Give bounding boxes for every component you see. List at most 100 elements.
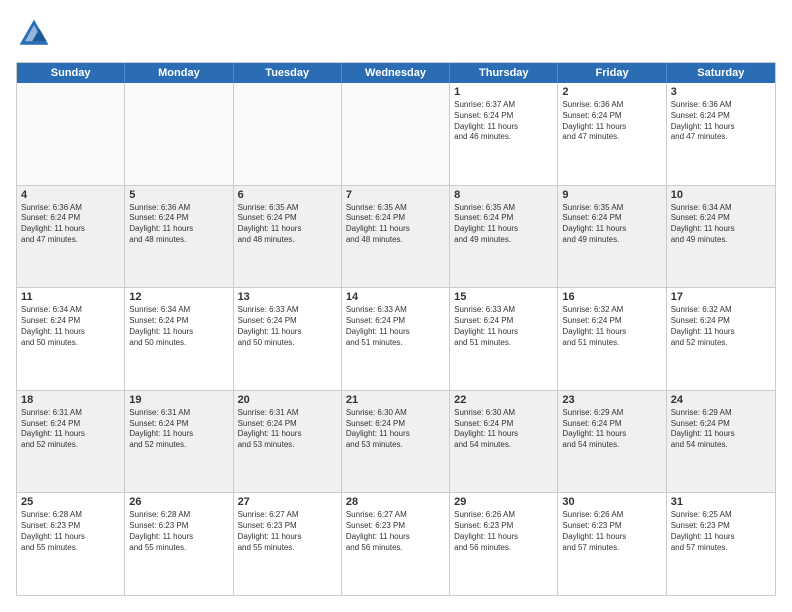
day-cell-1: 1 Sunrise: 6:37 AM Sunset: 6:24 PM Daylig… (450, 83, 558, 185)
day-number: 11 (21, 291, 120, 303)
calendar-row-2: 4 Sunrise: 6:36 AM Sunset: 6:24 PM Daylig… (17, 186, 775, 289)
weekday-header-saturday: Saturday (667, 63, 775, 83)
weekday-header-monday: Monday (125, 63, 233, 83)
day-number: 19 (129, 394, 228, 406)
day-cell-16: 16 Sunrise: 6:32 AM Sunset: 6:24 PM Dayli… (558, 288, 666, 390)
day-info: Sunrise: 6:35 AM Sunset: 6:24 PM Dayligh… (454, 203, 553, 246)
header (16, 16, 776, 52)
day-cell-17: 17 Sunrise: 6:32 AM Sunset: 6:24 PM Dayli… (667, 288, 775, 390)
logo (16, 16, 58, 52)
weekday-header-sunday: Sunday (17, 63, 125, 83)
day-number: 5 (129, 189, 228, 201)
day-info: Sunrise: 6:26 AM Sunset: 6:23 PM Dayligh… (454, 510, 553, 553)
day-info: Sunrise: 6:30 AM Sunset: 6:24 PM Dayligh… (454, 408, 553, 451)
day-number: 4 (21, 189, 120, 201)
day-info: Sunrise: 6:32 AM Sunset: 6:24 PM Dayligh… (671, 305, 771, 348)
day-info: Sunrise: 6:35 AM Sunset: 6:24 PM Dayligh… (238, 203, 337, 246)
day-number: 14 (346, 291, 445, 303)
day-info: Sunrise: 6:34 AM Sunset: 6:24 PM Dayligh… (129, 305, 228, 348)
calendar-body: 1 Sunrise: 6:37 AM Sunset: 6:24 PM Daylig… (17, 83, 775, 595)
day-number: 20 (238, 394, 337, 406)
day-cell-20: 20 Sunrise: 6:31 AM Sunset: 6:24 PM Dayli… (234, 391, 342, 493)
day-cell-24: 24 Sunrise: 6:29 AM Sunset: 6:24 PM Dayli… (667, 391, 775, 493)
day-info: Sunrise: 6:33 AM Sunset: 6:24 PM Dayligh… (346, 305, 445, 348)
day-number: 3 (671, 86, 771, 98)
empty-cell-0-2 (234, 83, 342, 185)
day-cell-8: 8 Sunrise: 6:35 AM Sunset: 6:24 PM Daylig… (450, 186, 558, 288)
day-cell-6: 6 Sunrise: 6:35 AM Sunset: 6:24 PM Daylig… (234, 186, 342, 288)
day-cell-14: 14 Sunrise: 6:33 AM Sunset: 6:24 PM Dayli… (342, 288, 450, 390)
day-cell-30: 30 Sunrise: 6:26 AM Sunset: 6:23 PM Dayli… (558, 493, 666, 595)
calendar-row-4: 18 Sunrise: 6:31 AM Sunset: 6:24 PM Dayli… (17, 391, 775, 494)
day-number: 28 (346, 496, 445, 508)
day-number: 10 (671, 189, 771, 201)
day-info: Sunrise: 6:33 AM Sunset: 6:24 PM Dayligh… (238, 305, 337, 348)
day-cell-11: 11Sunrise: 6:34 AM Sunset: 6:24 PM Dayli… (17, 288, 125, 390)
day-info: Sunrise: 6:28 AM Sunset: 6:23 PM Dayligh… (21, 510, 120, 553)
day-cell-22: 22 Sunrise: 6:30 AM Sunset: 6:24 PM Dayli… (450, 391, 558, 493)
weekday-header-thursday: Thursday (450, 63, 558, 83)
day-info: Sunrise: 6:26 AM Sunset: 6:23 PM Dayligh… (562, 510, 661, 553)
day-info: Sunrise: 6:27 AM Sunset: 6:23 PM Dayligh… (238, 510, 337, 553)
day-cell-3: 3 Sunrise: 6:36 AM Sunset: 6:24 PM Daylig… (667, 83, 775, 185)
day-info: Sunrise: 6:31 AM Sunset: 6:24 PM Dayligh… (21, 408, 120, 451)
day-cell-9: 9 Sunrise: 6:35 AM Sunset: 6:24 PM Daylig… (558, 186, 666, 288)
day-number: 17 (671, 291, 771, 303)
day-info: Sunrise: 6:28 AM Sunset: 6:23 PM Dayligh… (129, 510, 228, 553)
day-info: Sunrise: 6:25 AM Sunset: 6:23 PM Dayligh… (671, 510, 771, 553)
empty-cell-0-3 (342, 83, 450, 185)
calendar-row-3: 11 Sunrise: 6:34 AM Sunset: 6:24 PM Dayli… (17, 288, 775, 391)
day-cell-26: 26 Sunrise: 6:28 AM Sunset: 6:23 PM Dayli… (125, 493, 233, 595)
day-info: Sunrise: 6:31 AM Sunset: 6:24 PM Dayligh… (129, 408, 228, 451)
calendar-row-1: 1 Sunrise: 6:37 AM Sunset: 6:24 PM Daylig… (17, 83, 775, 186)
day-info: Sunrise: 6:37 AM Sunset: 6:24 PM Dayligh… (454, 100, 553, 143)
calendar: SundayMondayTuesdayWednesdayThursdayFrid… (16, 62, 776, 596)
day-cell-28: 28 Sunrise: 6:27 AM Sunset: 6:23 PM Dayli… (342, 493, 450, 595)
calendar-row-5: 25 Sunrise: 6:28 AM Sunset: 6:23 PM Dayli… (17, 493, 775, 595)
day-number: 24 (671, 394, 771, 406)
day-number: 7 (346, 189, 445, 201)
day-cell-27: 27Sunrise: 6:27 AM Sunset: 6:23 PM Dayli… (234, 493, 342, 595)
day-cell-23: 23Sunrise: 6:29 AM Sunset: 6:24 PM Dayli… (558, 391, 666, 493)
day-number: 18 (21, 394, 120, 406)
day-number: 26 (129, 496, 228, 508)
day-info: Sunrise: 6:29 AM Sunset: 6:24 PM Dayligh… (671, 408, 771, 451)
day-info: Sunrise: 6:27 AM Sunset: 6:23 PM Dayligh… (346, 510, 445, 553)
day-number: 23 (562, 394, 661, 406)
day-number: 8 (454, 189, 553, 201)
day-number: 15 (454, 291, 553, 303)
day-info: Sunrise: 6:33 AM Sunset: 6:24 PM Dayligh… (454, 305, 553, 348)
day-cell-4: 4 Sunrise: 6:36 AM Sunset: 6:24 PM Daylig… (17, 186, 125, 288)
day-number: 25 (21, 496, 120, 508)
day-number: 9 (562, 189, 661, 201)
day-number: 31 (671, 496, 771, 508)
day-cell-10: 10 Sunrise: 6:34 AM Sunset: 6:24 PM Dayli… (667, 186, 775, 288)
day-number: 30 (562, 496, 661, 508)
day-info: Sunrise: 6:31 AM Sunset: 6:24 PM Dayligh… (238, 408, 337, 451)
day-number: 29 (454, 496, 553, 508)
empty-cell-0-0 (17, 83, 125, 185)
day-number: 16 (562, 291, 661, 303)
weekday-header-tuesday: Tuesday (234, 63, 342, 83)
day-number: 6 (238, 189, 337, 201)
calendar-header: SundayMondayTuesdayWednesdayThursdayFrid… (17, 63, 775, 83)
day-cell-31: 31 Sunrise: 6:25 AM Sunset: 6:23 PM Dayli… (667, 493, 775, 595)
day-number: 22 (454, 394, 553, 406)
day-info: Sunrise: 6:36 AM Sunset: 6:24 PM Dayligh… (671, 100, 771, 143)
weekday-header-friday: Friday (558, 63, 666, 83)
day-info: Sunrise: 6:36 AM Sunset: 6:24 PM Dayligh… (21, 203, 120, 246)
day-number: 12 (129, 291, 228, 303)
day-number: 1 (454, 86, 553, 98)
day-info: Sunrise: 6:34 AM Sunset: 6:24 PM Dayligh… (671, 203, 771, 246)
day-cell-13: 13Sunrise: 6:33 AM Sunset: 6:24 PM Dayli… (234, 288, 342, 390)
day-info: Sunrise: 6:32 AM Sunset: 6:24 PM Dayligh… (562, 305, 661, 348)
day-info: Sunrise: 6:35 AM Sunset: 6:24 PM Dayligh… (562, 203, 661, 246)
page: SundayMondayTuesdayWednesdayThursdayFrid… (0, 0, 792, 612)
day-cell-7: 7Sunrise: 6:35 AM Sunset: 6:24 PM Daylig… (342, 186, 450, 288)
day-info: Sunrise: 6:36 AM Sunset: 6:24 PM Dayligh… (562, 100, 661, 143)
day-cell-18: 18 Sunrise: 6:31 AM Sunset: 6:24 PM Dayli… (17, 391, 125, 493)
day-number: 21 (346, 394, 445, 406)
weekday-header-wednesday: Wednesday (342, 63, 450, 83)
day-cell-21: 21Sunrise: 6:30 AM Sunset: 6:24 PM Dayli… (342, 391, 450, 493)
day-info: Sunrise: 6:36 AM Sunset: 6:24 PM Dayligh… (129, 203, 228, 246)
